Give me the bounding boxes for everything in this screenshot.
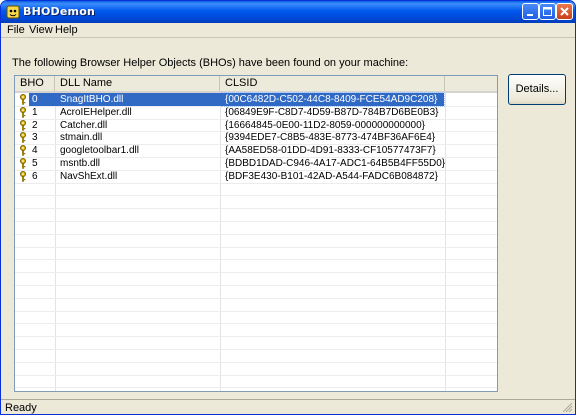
app-window: BHODemon File View Help The following Br… xyxy=(0,0,576,415)
grid-row-line xyxy=(15,221,497,222)
grid-row-line xyxy=(15,349,497,350)
key-icon xyxy=(20,170,26,182)
minimize-button[interactable] xyxy=(522,3,539,20)
minimize-icon xyxy=(527,14,533,16)
resize-grip-icon[interactable] xyxy=(563,403,573,413)
list-item[interactable]: 6 NavShExt.dll {BDF3E430-B101-42AD-A544-FA… xyxy=(15,170,497,183)
row-clsid: {16664845-0E00-11D2-8059-000000000000} xyxy=(225,119,425,131)
close-icon xyxy=(560,7,569,16)
row-bho-number: 4 xyxy=(32,145,38,157)
key-icon xyxy=(20,94,26,105)
key-icon xyxy=(20,132,26,144)
grid-row-line xyxy=(15,208,497,210)
row-bho-number: 0 xyxy=(32,94,38,105)
row-dll-name: msntb.dll xyxy=(60,158,101,169)
row-bho-number: 1 xyxy=(32,106,38,118)
list-item[interactable]: 5 msntb.dll {BDBD1DAD-C946-4A17-ADC1-64B5B… xyxy=(15,157,497,170)
row-dll-name: AcroIEHelper.dll xyxy=(60,106,132,118)
list-item[interactable]: 0 SnagItBHO.dll {00C6482D-C502-44C8-8409-F… xyxy=(15,92,497,107)
grid-row-line xyxy=(15,285,497,286)
row-clsid: {9394EDE7-C8B5-483E-8773-474BF36AF6E4} xyxy=(225,132,436,144)
grid-row-line xyxy=(15,336,497,338)
list-item[interactable]: 1 AcroIEHelper.dll {06849E9F-C8D7-4D59-B87… xyxy=(15,106,497,119)
grid-row-line xyxy=(15,233,497,235)
grid-row-line xyxy=(15,374,497,376)
row-bho-number: 2 xyxy=(32,119,38,131)
column-header-bho[interactable]: BHO xyxy=(15,76,55,91)
row-dll-name: NavShExt.dll xyxy=(60,170,118,182)
row-clsid: {06849E9F-C8D7-4D59-B87D-784B7D6BE0B3} xyxy=(225,106,439,118)
window-title: BHODemon xyxy=(23,5,95,18)
row-dll-name: SnagItBHO.dll xyxy=(60,94,124,105)
status-text: Ready xyxy=(5,402,37,414)
row-bho-number: 5 xyxy=(32,158,38,169)
column-header-dll-name[interactable]: DLL Name xyxy=(55,76,220,91)
maximize-icon xyxy=(543,7,552,16)
key-icon xyxy=(20,106,26,118)
column-header-filler xyxy=(445,76,497,91)
details-button[interactable]: Details... xyxy=(508,74,566,105)
key-icon xyxy=(20,145,26,156)
row-clsid: {00C6482D-C502-44C8-8409-FCE54AD9C208} xyxy=(225,94,438,105)
row-clsid: {BDBD1DAD-C946-4A17-ADC1-64B5B4FF55D0} xyxy=(225,158,446,169)
title-bar[interactable]: BHODemon xyxy=(1,1,575,23)
row-bho-number: 3 xyxy=(32,132,38,144)
bho-demon-icon xyxy=(6,5,20,19)
grid-row-line xyxy=(15,323,497,325)
list-item[interactable]: 2 Catcher.dll {16664845-0E00-11D2-8059-000… xyxy=(15,119,497,132)
row-clsid: {AA58ED58-01DD-4D91-8333-CF10577473F7} xyxy=(225,145,436,157)
row-dll-name: Catcher.dll xyxy=(60,119,108,131)
grid-row-line xyxy=(15,310,497,312)
menu-separator xyxy=(1,37,575,38)
grid-row-line xyxy=(15,272,497,274)
list-item[interactable]: 4 googletoolbar1.dll {AA58ED58-01DD-4D91-8… xyxy=(15,144,497,157)
close-button[interactable] xyxy=(556,3,573,20)
key-icon xyxy=(20,158,26,169)
menu-help[interactable]: Help xyxy=(55,24,78,36)
grid-row-line xyxy=(15,297,497,299)
bho-list[interactable]: BHO DLL Name CLSID 0 SnagItBHO.dll {00C648… xyxy=(14,75,498,392)
grid-row-line xyxy=(15,259,497,261)
key-icon xyxy=(20,119,26,131)
grid-row-line xyxy=(15,361,497,363)
menu-file[interactable]: File xyxy=(7,24,25,36)
list-header: BHO DLL Name CLSID xyxy=(15,76,497,93)
info-label: The following Browser Helper Objects (BH… xyxy=(12,57,409,69)
menu-bar: File View Help xyxy=(1,23,575,37)
row-dll-name: googletoolbar1.dll xyxy=(60,145,139,157)
maximize-button[interactable] xyxy=(539,3,556,20)
menu-view[interactable]: View xyxy=(29,24,53,36)
list-item[interactable]: 3 stmain.dll {9394EDE7-C8B5-483E-8773-474B… xyxy=(15,131,497,144)
grid-row-line xyxy=(15,195,497,197)
grid-row-line xyxy=(15,246,497,248)
row-clsid: {BDF3E430-B101-42AD-A544-FADC6B084872} xyxy=(225,170,438,182)
grid-row-line xyxy=(15,387,497,389)
row-bho-number: 6 xyxy=(32,170,38,182)
status-bar: Ready xyxy=(1,399,575,414)
selection-highlight xyxy=(29,93,222,106)
column-header-clsid[interactable]: CLSID xyxy=(220,76,445,91)
row-dll-name: stmain.dll xyxy=(60,132,103,144)
